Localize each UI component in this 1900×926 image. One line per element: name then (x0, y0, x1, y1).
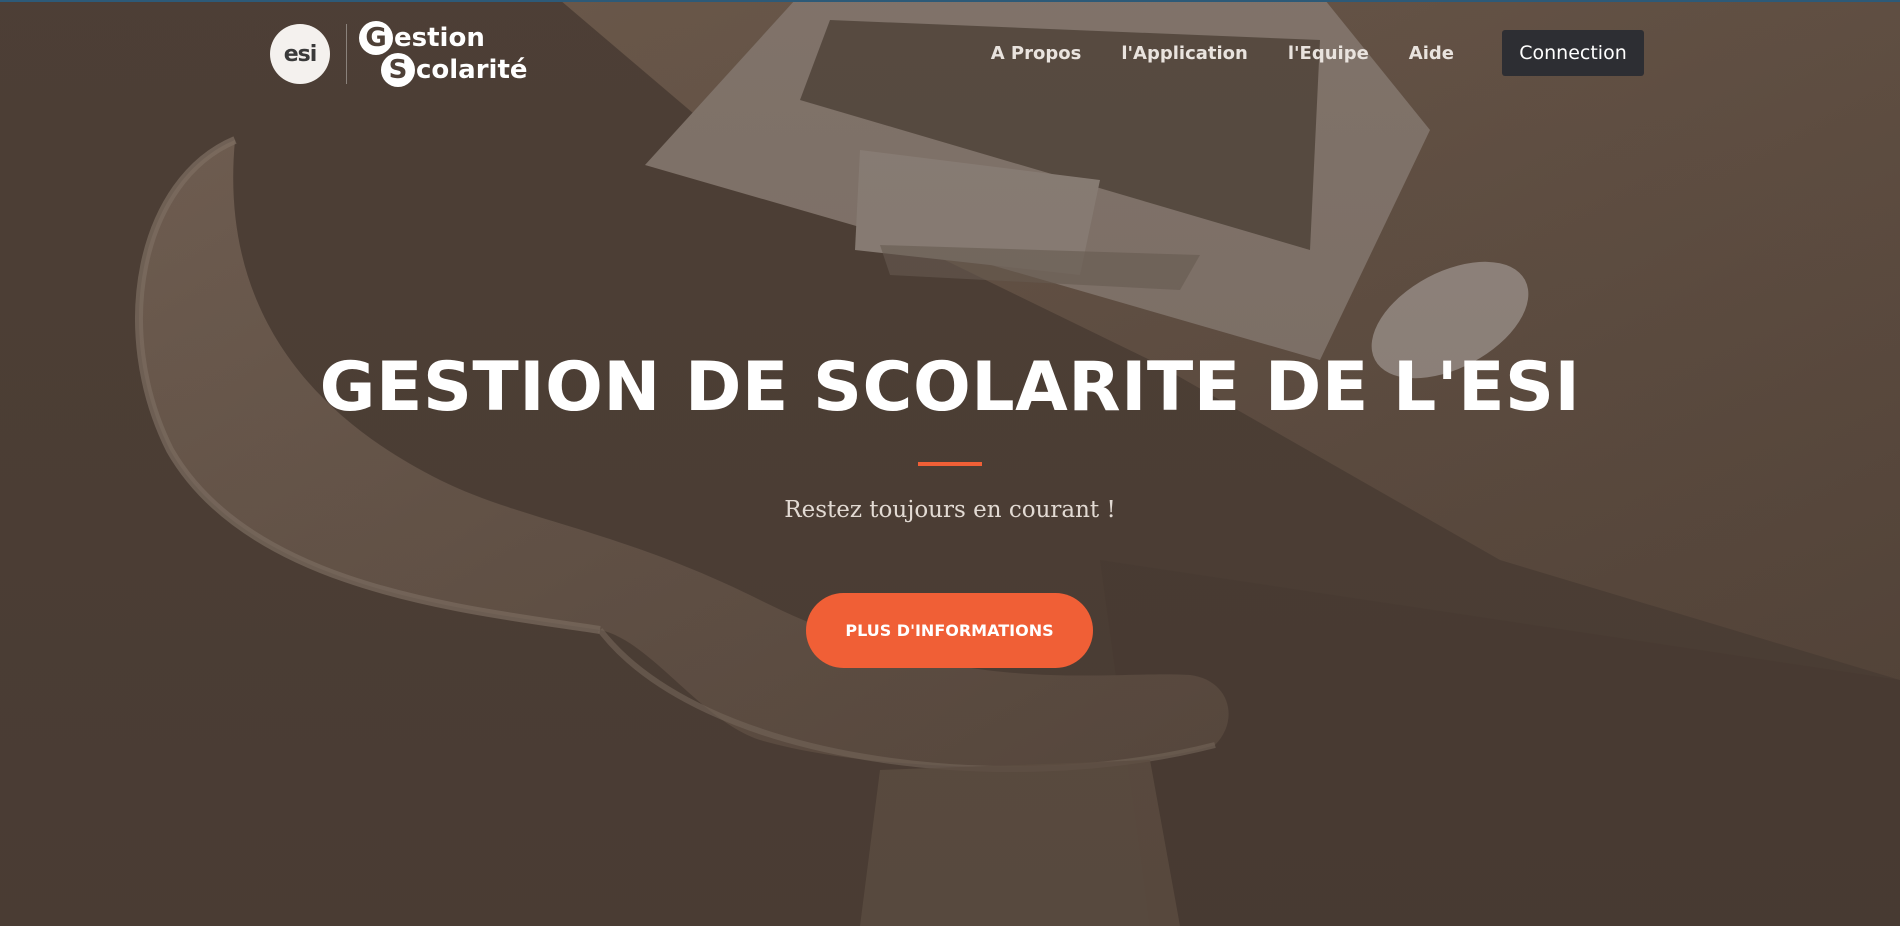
page: esi G estion S colarité A Propos l'Appli… (0, 0, 1900, 926)
nav-links: A Propos l'Application l'Equipe Aide (951, 20, 1454, 86)
brand-word-scolarite: colarité (416, 55, 528, 85)
connection-button[interactable]: Connection (1502, 30, 1644, 76)
brand-initial-s: S (381, 53, 415, 87)
top-accent-strip (0, 0, 1900, 2)
brand-word-gestion: estion (394, 23, 485, 53)
navbar: esi G estion S colarité A Propos l'Appli… (270, 20, 1644, 88)
nav-link-application[interactable]: l'Application (1121, 43, 1248, 64)
more-info-button[interactable]: PLUS D'INFORMATIONS (806, 593, 1093, 668)
brand-line-1: G estion (359, 21, 485, 55)
nav-link-equipe[interactable]: l'Equipe (1288, 43, 1369, 64)
brand-initial-g: G (359, 21, 393, 55)
brand-line-2: S colarité (381, 53, 528, 87)
hero-subtitle: Restez toujours en courant ! (784, 497, 1116, 523)
nav-link-a-propos[interactable]: A Propos (991, 43, 1082, 64)
gestion-scolarite-logo[interactable]: G estion S colarité (359, 21, 529, 87)
brand[interactable]: esi G estion S colarité (270, 21, 529, 87)
nav-link-aide[interactable]: Aide (1409, 43, 1454, 64)
hero-divider (918, 462, 982, 466)
hero-title: GESTION DE SCOLARITE DE L'ESI (319, 348, 1581, 427)
esi-logo[interactable]: esi (270, 24, 330, 84)
brand-divider (346, 24, 347, 84)
